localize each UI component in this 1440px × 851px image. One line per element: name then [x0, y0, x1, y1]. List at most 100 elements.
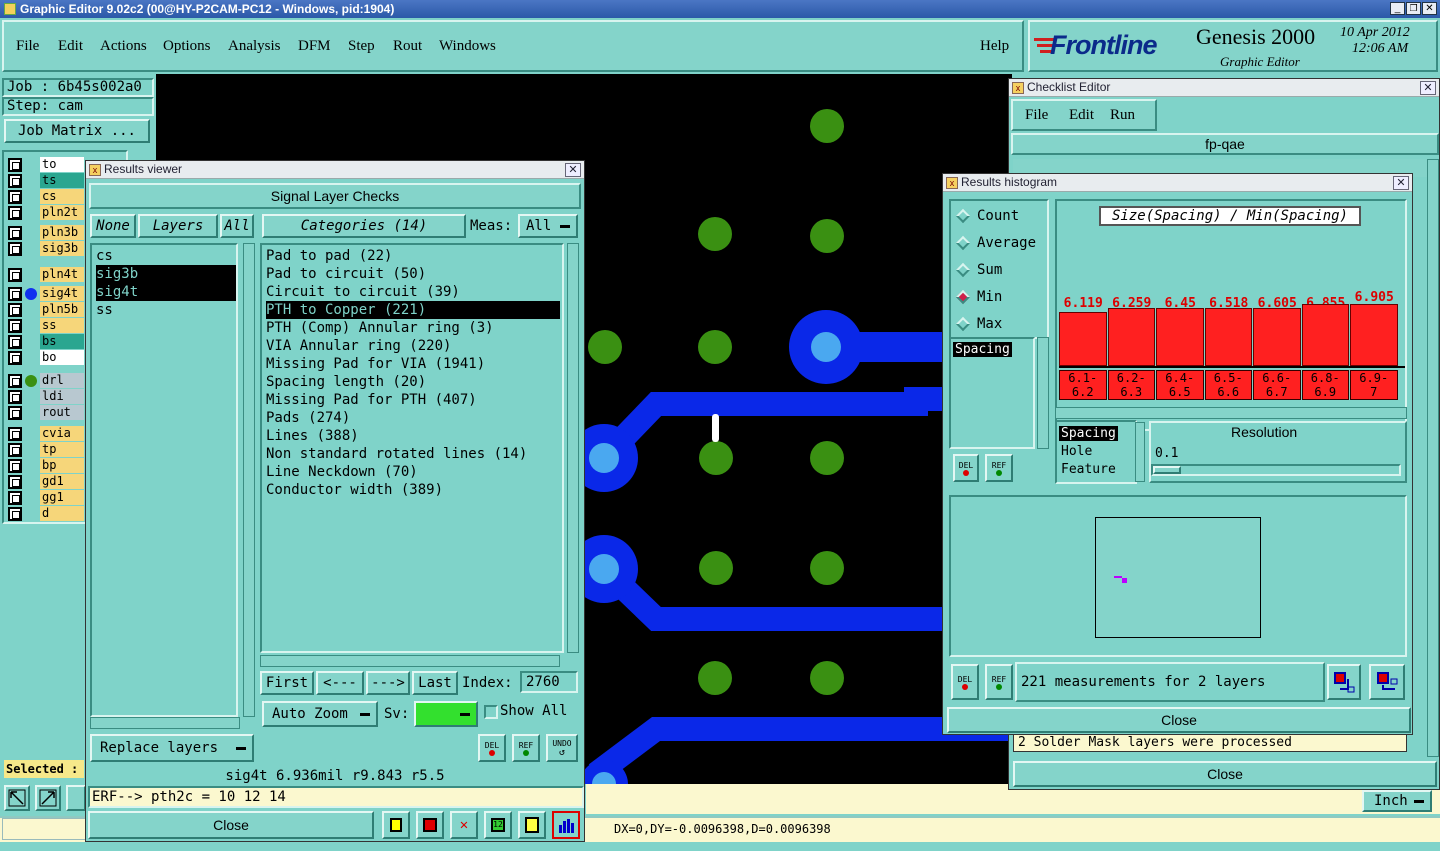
- menu-item-options[interactable]: Options: [163, 38, 211, 55]
- histogram-bar[interactable]: [1301, 304, 1349, 366]
- checklist-close-button[interactable]: Close: [1013, 761, 1437, 787]
- histogram-tool-icon[interactable]: [552, 811, 580, 839]
- layer-checkbox[interactable]: [8, 158, 22, 172]
- category-item[interactable]: Spacing length (20): [266, 373, 426, 391]
- units-select[interactable]: Inch: [1362, 790, 1432, 812]
- category-item[interactable]: PTH to Copper (221): [266, 301, 560, 319]
- close-window-button[interactable]: ✕: [1422, 2, 1437, 15]
- first-button[interactable]: First: [260, 671, 314, 695]
- mode-radio-count[interactable]: Count: [955, 207, 1045, 225]
- layer-row-drl[interactable]: drl: [8, 373, 84, 388]
- histogram-bar[interactable]: [1156, 308, 1204, 366]
- menu-item-analysis[interactable]: Analysis: [228, 38, 281, 55]
- layer-checkbox[interactable]: [8, 443, 22, 457]
- layer-checkbox[interactable]: [8, 226, 22, 240]
- layer-row-d[interactable]: d: [8, 506, 84, 521]
- menu-item-help[interactable]: Help: [980, 38, 1009, 55]
- layer-row-pln3b[interactable]: pln3b: [8, 225, 84, 240]
- mode-radio-sum[interactable]: Sum: [955, 261, 1045, 279]
- layer-checkbox[interactable]: [8, 242, 22, 256]
- layer-checkbox[interactable]: [8, 390, 22, 404]
- resolution-slider[interactable]: [1151, 464, 1401, 476]
- checklist-menu-file[interactable]: File: [1025, 107, 1048, 124]
- hist-ref-button[interactable]: REF: [985, 454, 1013, 482]
- layer-checkbox[interactable]: [8, 406, 22, 420]
- layer-checkbox[interactable]: [8, 507, 22, 521]
- category-item[interactable]: Lines (388): [266, 427, 359, 445]
- category-item[interactable]: Pad to circuit (50): [266, 265, 426, 283]
- show-all-checkbox[interactable]: [484, 705, 498, 719]
- checklist-scrollbar[interactable]: [1427, 159, 1439, 757]
- measure-type-item[interactable]: Spacing: [953, 342, 1012, 357]
- category-item[interactable]: Pad to pad (22): [266, 247, 392, 265]
- auto-zoom-select[interactable]: Auto Zoom: [262, 701, 378, 727]
- layer-row-pln5b[interactable]: pln5b: [8, 302, 84, 317]
- layer-checkbox[interactable]: [8, 287, 22, 301]
- index-input[interactable]: 2760: [520, 671, 578, 693]
- category-item[interactable]: VIA Annular ring (220): [266, 337, 451, 355]
- hist-export-icon[interactable]: [1327, 664, 1361, 700]
- undo-button[interactable]: UNDO ↺: [546, 734, 578, 762]
- notes-tool-icon[interactable]: [518, 811, 546, 839]
- hist-del-button[interactable]: DEL: [953, 454, 979, 482]
- layer-row-tp[interactable]: tp: [8, 442, 84, 457]
- category-item[interactable]: PTH (Comp) Annular ring (3): [266, 319, 494, 337]
- histogram-hscroll[interactable]: [1055, 407, 1407, 419]
- hist-del-button-2[interactable]: DEL: [951, 664, 979, 700]
- all-button[interactable]: All: [220, 214, 254, 238]
- menu-item-file[interactable]: File: [16, 38, 39, 55]
- result-layer-item[interactable]: sig3b: [96, 265, 236, 283]
- layer-row-rout[interactable]: rout: [8, 405, 84, 420]
- category-item[interactable]: Circuit to circuit (39): [266, 283, 460, 301]
- measure-tool-icon[interactable]: [35, 785, 61, 811]
- prev-button[interactable]: <---: [316, 671, 364, 695]
- result-layer-item[interactable]: cs: [96, 247, 236, 265]
- none-button[interactable]: None: [90, 214, 136, 238]
- result-layer-item[interactable]: ss: [96, 301, 236, 319]
- histogram-close-icon[interactable]: ✕: [1393, 176, 1409, 190]
- layer-row-cs[interactable]: cs: [8, 189, 84, 204]
- layer-checkbox[interactable]: [8, 351, 22, 365]
- layer-row-gd1[interactable]: gd1: [8, 474, 84, 489]
- last-button[interactable]: Last: [412, 671, 458, 695]
- menu-item-step[interactable]: Step: [348, 38, 375, 55]
- results-viewer-close-button[interactable]: Close: [88, 811, 374, 839]
- sv-color-select[interactable]: [414, 701, 478, 727]
- del-button[interactable]: DEL: [478, 734, 506, 762]
- layer-row-ldi[interactable]: ldi: [8, 389, 84, 404]
- category-item[interactable]: Conductor width (389): [266, 481, 443, 499]
- maximize-button[interactable]: ❐: [1406, 2, 1421, 15]
- measure-type-scrollbar[interactable]: [1037, 337, 1049, 449]
- checklist-menu-run[interactable]: Run: [1110, 107, 1135, 124]
- layer-checkbox[interactable]: [8, 190, 22, 204]
- category-item[interactable]: Missing Pad for VIA (1941): [266, 355, 485, 373]
- menu-item-windows[interactable]: Windows: [439, 38, 496, 55]
- layer-row-bo[interactable]: bo: [8, 350, 84, 365]
- layer-row-cvia[interactable]: cvia: [8, 426, 84, 441]
- mode-radio-average[interactable]: Average: [955, 234, 1045, 252]
- histogram-bar[interactable]: [1350, 304, 1398, 366]
- meas-select[interactable]: All: [518, 214, 578, 238]
- layer-list-scrollbar[interactable]: [243, 243, 255, 717]
- layer-row-to[interactable]: to: [8, 157, 84, 172]
- categories-list[interactable]: Pad to pad (22) Pad to circuit (50) Circui…: [260, 243, 564, 653]
- layer-checkbox[interactable]: [8, 491, 22, 505]
- results-layer-list[interactable]: cs sig3b sig4t ss: [90, 243, 238, 717]
- layer-checkbox[interactable]: [8, 335, 22, 349]
- layer-checkbox[interactable]: [8, 319, 22, 333]
- histogram-bar[interactable]: [1059, 312, 1107, 366]
- layer-checkbox[interactable]: [8, 427, 22, 441]
- layer-checkbox[interactable]: [8, 206, 22, 220]
- highlight-tool-icon[interactable]: [416, 811, 444, 839]
- result-layer-item[interactable]: sig4t: [96, 283, 236, 301]
- category-item[interactable]: Missing Pad for PTH (407): [266, 391, 477, 409]
- erf-tool-icon[interactable]: ✕: [450, 811, 478, 839]
- layer-row-bs[interactable]: bs: [8, 334, 84, 349]
- mode-radio-min[interactable]: Min: [955, 288, 1045, 306]
- layer-checkbox[interactable]: [8, 303, 22, 317]
- menu-item-rout[interactable]: Rout: [393, 38, 422, 55]
- hist-import-icon[interactable]: [1369, 664, 1405, 700]
- checklist-close-icon[interactable]: ✕: [1420, 81, 1436, 95]
- layer-list-hscroll[interactable]: [90, 717, 240, 729]
- results-viewer-close-icon[interactable]: ✕: [565, 163, 581, 177]
